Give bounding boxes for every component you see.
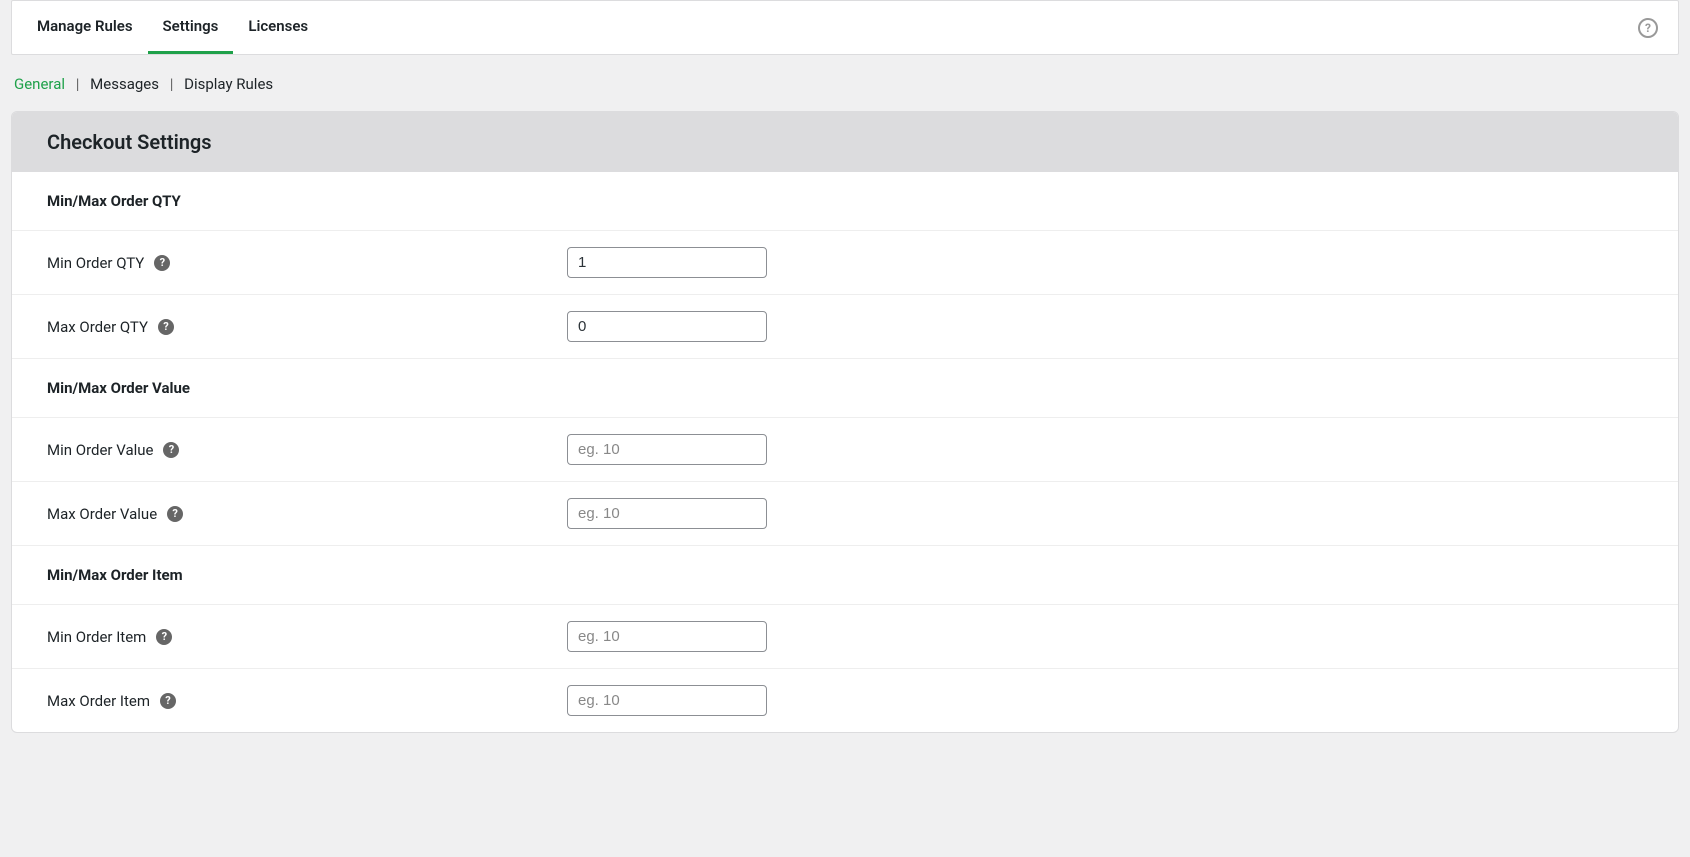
min-order-qty-input[interactable]	[567, 247, 767, 278]
subtab-messages[interactable]: Messages	[87, 75, 162, 93]
top-tabs: Manage Rules Settings Licenses ?	[11, 0, 1679, 55]
sub-tabs: General | Messages | Display Rules	[0, 55, 1690, 111]
subtab-general[interactable]: General	[11, 75, 68, 93]
field-row-max-value: Max Order Value ?	[12, 482, 1678, 546]
field-row-max-item: Max Order Item ?	[12, 669, 1678, 732]
max-order-qty-input[interactable]	[567, 311, 767, 342]
panel-title: Checkout Settings	[12, 112, 1678, 172]
min-order-item-input[interactable]	[567, 621, 767, 652]
field-row-min-qty: Min Order QTY ?	[12, 231, 1678, 295]
help-icon[interactable]: ?	[1638, 18, 1658, 38]
help-icon[interactable]: ?	[156, 629, 172, 645]
section-title-value: Min/Max Order Value	[12, 359, 1678, 418]
max-order-item-input[interactable]	[567, 685, 767, 716]
section-title-item: Min/Max Order Item	[12, 546, 1678, 605]
field-label-max-value: Max Order Value	[47, 505, 157, 523]
field-row-max-qty: Max Order QTY ?	[12, 295, 1678, 359]
field-label-min-value: Min Order Value	[47, 441, 153, 459]
field-label-min-item: Min Order Item	[47, 628, 146, 646]
settings-panel: Checkout Settings Min/Max Order QTY Min …	[11, 111, 1679, 733]
separator: |	[170, 75, 174, 93]
help-icon[interactable]: ?	[163, 442, 179, 458]
help-icon[interactable]: ?	[158, 319, 174, 335]
tab-settings[interactable]: Settings	[148, 1, 234, 54]
help-icon[interactable]: ?	[154, 255, 170, 271]
help-icon[interactable]: ?	[167, 506, 183, 522]
field-label-min-qty: Min Order QTY	[47, 254, 144, 272]
max-order-value-input[interactable]	[567, 498, 767, 529]
help-icon[interactable]: ?	[160, 693, 176, 709]
tab-licenses[interactable]: Licenses	[233, 1, 323, 54]
field-label-max-qty: Max Order QTY	[47, 318, 148, 336]
tab-manage-rules[interactable]: Manage Rules	[22, 1, 148, 54]
field-label-max-item: Max Order Item	[47, 692, 150, 710]
min-order-value-input[interactable]	[567, 434, 767, 465]
subtab-display-rules[interactable]: Display Rules	[181, 75, 276, 93]
section-title-qty: Min/Max Order QTY	[12, 172, 1678, 231]
field-row-min-value: Min Order Value ?	[12, 418, 1678, 482]
separator: |	[76, 75, 80, 93]
field-row-min-item: Min Order Item ?	[12, 605, 1678, 669]
